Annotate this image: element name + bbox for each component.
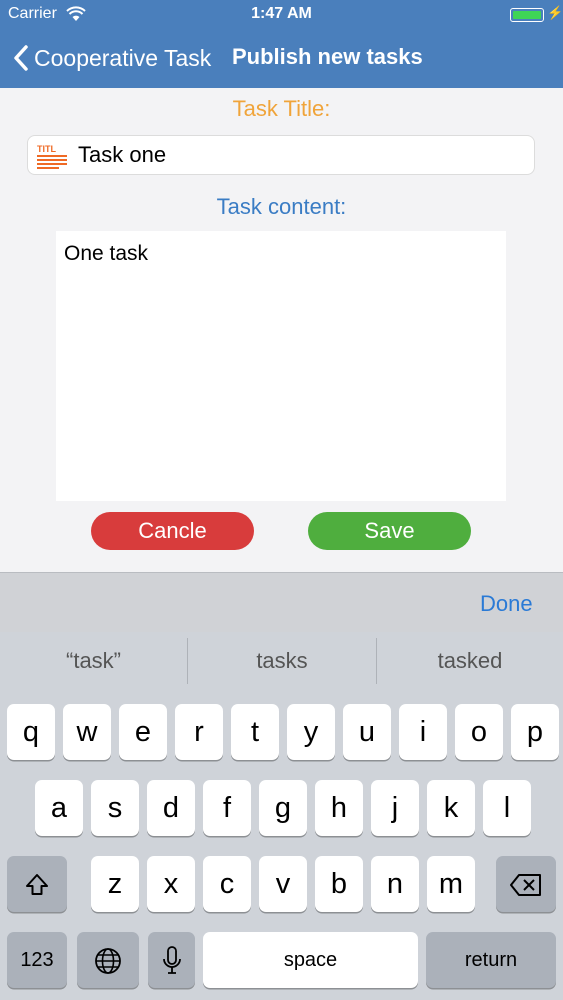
backspace-icon — [510, 874, 541, 897]
header: Carrier 1:47 AM ⚡ Cooperative Task Publi… — [0, 0, 563, 88]
key-e[interactable]: e — [119, 704, 167, 760]
task-title-input[interactable] — [78, 136, 518, 174]
title-icon: TITL — [37, 144, 67, 169]
key-v[interactable]: v — [259, 856, 307, 912]
task-title-field[interactable]: TITL — [27, 135, 535, 175]
svg-text:TITL: TITL — [37, 144, 56, 154]
shift-icon — [26, 874, 48, 896]
key-k[interactable]: k — [427, 780, 475, 836]
return-key[interactable]: return — [426, 932, 556, 988]
key-z[interactable]: z — [91, 856, 139, 912]
key-n[interactable]: n — [371, 856, 419, 912]
task-title-label: Task Title: — [232, 96, 331, 121]
key-y[interactable]: y — [287, 704, 335, 760]
key-b[interactable]: b — [315, 856, 363, 912]
back-button[interactable]: Cooperative Task — [14, 43, 211, 73]
key-o[interactable]: o — [455, 704, 503, 760]
key-a[interactable]: a — [35, 780, 83, 836]
key-m[interactable]: m — [427, 856, 475, 912]
key-w[interactable]: w — [63, 704, 111, 760]
key-j[interactable]: j — [371, 780, 419, 836]
status-bar: Carrier 1:47 AM ⚡ — [0, 0, 563, 30]
charging-icon: ⚡ — [547, 5, 563, 20]
key-r[interactable]: r — [175, 704, 223, 760]
keyboard: “task” tasks tasked qwertyuiopasdfghjklz… — [0, 632, 563, 1000]
key-t[interactable]: t — [231, 704, 279, 760]
navigation-bar: Cooperative Task Publish new tasks — [0, 30, 563, 88]
key-u[interactable]: u — [343, 704, 391, 760]
key-i[interactable]: i — [399, 704, 447, 760]
key-p[interactable]: p — [511, 704, 559, 760]
microphone-icon — [162, 946, 181, 975]
key-f[interactable]: f — [203, 780, 251, 836]
shift-key[interactable] — [7, 856, 67, 912]
done-button[interactable]: Done — [480, 591, 533, 617]
cancel-button[interactable]: Cancle — [91, 512, 254, 550]
clock: 1:47 AM — [251, 5, 312, 22]
chevron-left-icon — [14, 45, 28, 71]
space-key[interactable]: space — [203, 932, 418, 988]
key-c[interactable]: c — [203, 856, 251, 912]
globe-icon — [95, 948, 121, 975]
key-grid: q w e r t y u i o p a s d f g h j k l z x c v b n m 123 space return — [0, 632, 563, 1000]
save-button[interactable]: Save — [308, 512, 471, 550]
numbers-key[interactable]: 123 — [7, 932, 67, 988]
key-s[interactable]: s — [91, 780, 139, 836]
task-content-input[interactable]: One task — [56, 231, 506, 501]
key-h[interactable]: h — [315, 780, 363, 836]
microphone-key[interactable] — [148, 932, 195, 988]
back-label: Cooperative Task — [34, 44, 212, 71]
key-l[interactable]: l — [483, 780, 531, 836]
key-g[interactable]: g — [259, 780, 307, 836]
key-q[interactable]: q — [7, 704, 55, 760]
page-title: Publish new tasks — [232, 44, 423, 69]
task-content-label: Task content: — [216, 194, 347, 219]
backspace-key[interactable] — [496, 856, 556, 912]
globe-key[interactable] — [77, 932, 139, 988]
key-d[interactable]: d — [147, 780, 195, 836]
battery-icon — [510, 8, 544, 22]
keyboard-toolbar: Done — [0, 572, 563, 632]
key-x[interactable]: x — [147, 856, 195, 912]
